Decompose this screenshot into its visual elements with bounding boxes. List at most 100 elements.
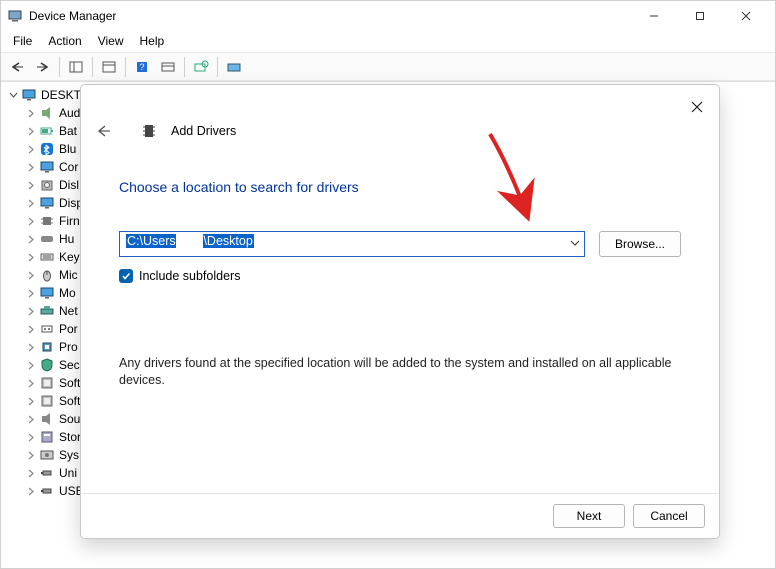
tree-item-label: Net [59, 304, 78, 318]
chevron-right-icon[interactable] [25, 161, 37, 173]
chevron-right-icon[interactable] [25, 395, 37, 407]
path-prefix: C:\Users [127, 234, 176, 248]
tree-item-label: Blu [59, 142, 76, 156]
speaker-icon [39, 105, 55, 121]
path-suffix: \Desktop [203, 234, 252, 248]
browse-button[interactable]: Browse... [599, 231, 681, 257]
tree-item-label: Bat [59, 124, 77, 138]
chevron-right-icon[interactable] [25, 449, 37, 461]
tree-item-label: Mic [59, 268, 78, 282]
network-icon [39, 303, 55, 319]
chevron-right-icon[interactable] [25, 197, 37, 209]
include-subfolders-checkbox[interactable] [119, 269, 133, 283]
dialog-back-button[interactable] [93, 121, 113, 141]
computer-icon [21, 87, 37, 103]
toolbar-icon[interactable] [156, 55, 180, 79]
location-combobox[interactable]: C:\Users____\Desktop [119, 231, 585, 257]
scan-hardware-icon[interactable] [189, 55, 213, 79]
tree-item-label: Hu [59, 232, 74, 246]
tree-item-label: Cor [59, 160, 78, 174]
tree-item-label: Sou [59, 412, 80, 426]
sound-icon [39, 411, 55, 427]
menubar: File Action View Help [1, 31, 775, 53]
chevron-right-icon[interactable] [25, 305, 37, 317]
chevron-right-icon[interactable] [25, 251, 37, 263]
chevron-right-icon[interactable] [25, 377, 37, 389]
chevron-right-icon[interactable] [25, 413, 37, 425]
tree-item-label: Aud [59, 106, 80, 120]
titlebar: Device Manager [1, 1, 775, 31]
back-button-icon[interactable] [5, 55, 29, 79]
tree-item-label: Soft [59, 394, 80, 408]
help-icon[interactable]: ? [130, 55, 154, 79]
tree-item-label: Uni [59, 466, 77, 480]
disk-icon [39, 177, 55, 193]
chevron-down-icon[interactable] [7, 89, 19, 101]
chip-icon [141, 123, 157, 139]
tree-item-label: Key [59, 250, 80, 264]
tree-item-label: Mo [59, 286, 76, 300]
show-hide-tree-icon[interactable] [64, 55, 88, 79]
bluetooth-icon [39, 141, 55, 157]
dialog-title: Add Drivers [171, 124, 236, 138]
chevron-right-icon[interactable] [25, 287, 37, 299]
hid-icon [39, 231, 55, 247]
chevron-right-icon[interactable] [25, 125, 37, 137]
battery-icon [39, 123, 55, 139]
chip-icon [39, 213, 55, 229]
mouse-icon [39, 267, 55, 283]
chevron-down-icon[interactable] [570, 237, 580, 251]
add-drivers-dialog: Add Drivers Choose a location to search … [80, 84, 720, 539]
device-manager-icon [7, 8, 23, 24]
tree-item-label: Soft [59, 376, 80, 390]
chevron-right-icon[interactable] [25, 467, 37, 479]
svg-text:?: ? [139, 62, 144, 72]
chevron-right-icon[interactable] [25, 269, 37, 281]
dialog-footer: Next Cancel [81, 493, 719, 538]
menu-help[interactable]: Help [132, 31, 173, 52]
chevron-right-icon[interactable] [25, 359, 37, 371]
chevron-right-icon[interactable] [25, 179, 37, 191]
tree-item-label: Sys [59, 448, 79, 462]
window-controls [631, 1, 769, 31]
chevron-right-icon[interactable] [25, 485, 37, 497]
tree-item-label: Stor [59, 430, 81, 444]
toolbar-separator [59, 57, 60, 77]
dialog-close-button[interactable] [683, 93, 711, 121]
chevron-right-icon[interactable] [25, 215, 37, 227]
chevron-right-icon[interactable] [25, 143, 37, 155]
security-icon [39, 357, 55, 373]
path-row: C:\Users____\Desktop Browse... [119, 231, 681, 257]
next-button[interactable]: Next [553, 504, 625, 528]
toolbar: ? [1, 53, 775, 81]
monitor-icon [39, 285, 55, 301]
maximize-button[interactable] [677, 1, 723, 31]
add-driver-icon[interactable] [222, 55, 246, 79]
menu-view[interactable]: View [90, 31, 132, 52]
chevron-right-icon[interactable] [25, 341, 37, 353]
forward-button-icon[interactable] [31, 55, 55, 79]
menu-action[interactable]: Action [40, 31, 89, 52]
chevron-right-icon[interactable] [25, 323, 37, 335]
port-icon [39, 321, 55, 337]
close-button[interactable] [723, 1, 769, 31]
toolbar-separator [92, 57, 93, 77]
tree-item-label: Por [59, 322, 78, 336]
menu-file[interactable]: File [5, 31, 40, 52]
toolbar-separator [217, 57, 218, 77]
properties-icon[interactable] [97, 55, 121, 79]
chevron-right-icon[interactable] [25, 431, 37, 443]
cancel-button[interactable]: Cancel [633, 504, 705, 528]
minimize-button[interactable] [631, 1, 677, 31]
keyboard-icon [39, 249, 55, 265]
dialog-body: Choose a location to search for drivers … [81, 151, 719, 493]
monitor-icon [39, 195, 55, 211]
usb-icon [39, 483, 55, 499]
monitor-icon [39, 159, 55, 175]
toolbar-separator [125, 57, 126, 77]
tree-item-label: Sec [59, 358, 80, 372]
chevron-right-icon[interactable] [25, 233, 37, 245]
chevron-right-icon[interactable] [25, 107, 37, 119]
dialog-headline: Choose a location to search for drivers [119, 179, 681, 195]
include-subfolders-row: Include subfolders [119, 269, 681, 283]
